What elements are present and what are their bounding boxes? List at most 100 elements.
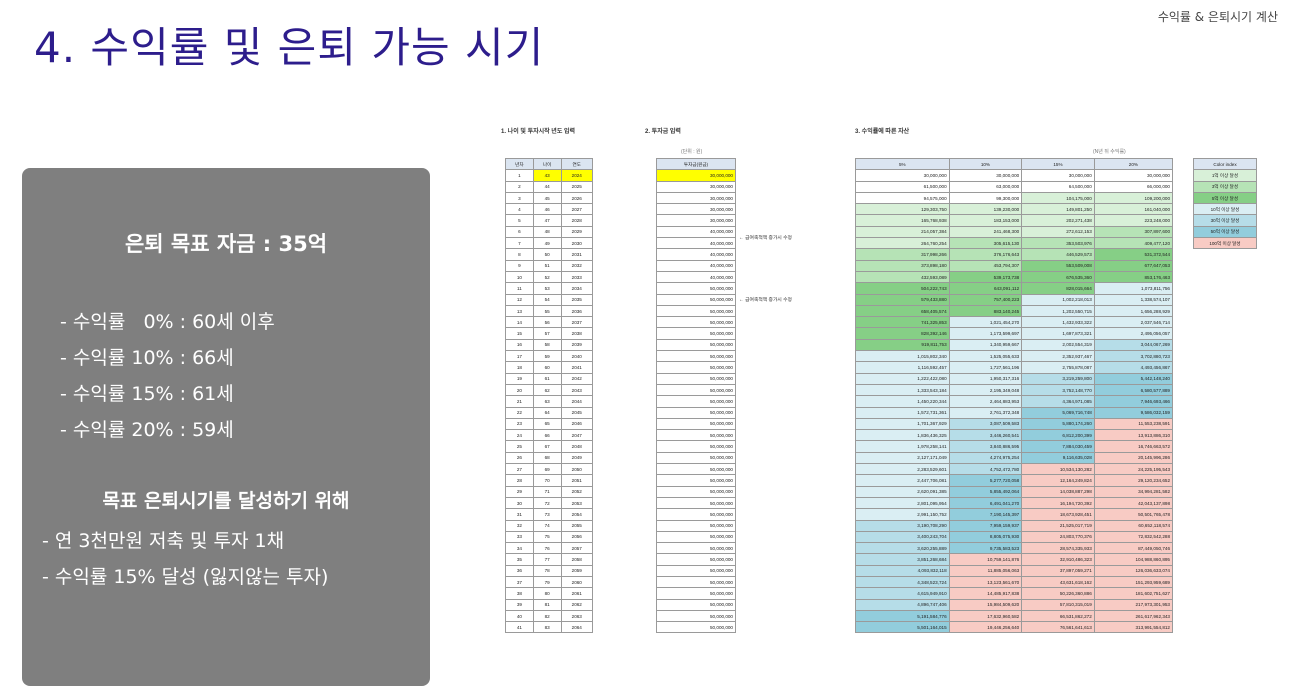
table-row: 50,000,000	[656, 395, 736, 408]
asset-15pct-cell: 9,116,635,028	[1021, 451, 1095, 465]
table-row: 828,392,146 1,173,599,697 1,697,873,321 2,4…	[855, 327, 1174, 340]
legend-row: 50억 이상 달성	[1193, 225, 1257, 239]
table-row: 9 51 2032	[505, 259, 594, 272]
asset-10pct-cell: 5,277,720,058	[948, 474, 1023, 487]
asset-5pct-cell: 61,500,000	[855, 180, 950, 193]
principal-cell: 30,000,000	[656, 191, 736, 205]
rate-line-0: - 수익률 0% : 60세 이후	[60, 311, 275, 333]
legend-entry: 50억 이상 달성	[1193, 225, 1257, 239]
table-row: 28 70 2051	[505, 474, 594, 487]
asset-20pct-cell: 3,702,880,723	[1093, 350, 1174, 363]
year-count-cell: 31	[505, 508, 534, 521]
asset-15pct-cell: 1,002,218,013	[1021, 293, 1095, 306]
table-row: 50,000,000	[656, 316, 736, 329]
table-row: 1,701,367,929 3,087,509,583 5,880,174,260 1…	[855, 417, 1174, 431]
principal-cell: 50,000,000	[656, 304, 736, 318]
table-row: 16 58 2039	[505, 338, 594, 352]
table-row: 18 60 2041	[505, 361, 594, 374]
asset-20pct-cell: 50,501,765,478	[1093, 508, 1174, 521]
table-row: 40,000,000	[656, 237, 736, 250]
principal-cell: 30,000,000	[656, 203, 736, 216]
principal-cell: 50,000,000	[656, 372, 736, 385]
legend-entry: 3억 이상 달성	[1193, 180, 1257, 193]
table-row: 658,405,574 883,140,245 1,202,550,715 1,656…	[855, 304, 1174, 318]
table-row: 50,000,000	[656, 553, 736, 566]
asset-5pct-cell: 1,116,592,457	[855, 361, 950, 374]
asset-5pct-cell: 658,405,574	[855, 304, 950, 318]
principal-cell: 50,000,000	[656, 485, 736, 498]
asset-15pct-cell: 57,810,315,019	[1021, 598, 1095, 611]
principal-cell: 50,000,000	[656, 508, 736, 521]
principal-cell: 40,000,000	[656, 237, 736, 250]
age-cell: 44	[532, 180, 562, 193]
table-row: 25 67 2048	[505, 440, 594, 453]
age-cell: 62	[532, 383, 562, 397]
year-count-cell: 14	[505, 316, 534, 329]
principal-cell: 50,000,000	[656, 587, 736, 600]
table-row: 4,896,747,406 15,984,509,620 57,810,315,01…	[855, 598, 1174, 611]
table-row: 15 57 2038	[505, 327, 594, 340]
asset-15pct-cell: 7,884,030,459	[1021, 440, 1095, 453]
year-cell: 2033	[560, 270, 594, 284]
legend-row: 30억 이상 달성	[1193, 214, 1257, 227]
age-cell: 58	[532, 338, 562, 352]
asset-20pct-cell: 66,000,000	[1093, 180, 1174, 193]
asset-15pct-cell: 10,534,130,282	[1021, 463, 1095, 476]
table-row: 50,000,000	[656, 406, 736, 419]
asset-20pct-cell: 24,225,195,543	[1093, 463, 1174, 476]
col-header-age: 나이	[532, 157, 562, 171]
table-row: 2,801,095,954 6,491,041,270 16,194,720,392…	[855, 496, 1174, 510]
asset-5pct-cell: 1,572,731,361	[855, 406, 950, 419]
legend-entry: 30억 이상 달성	[1193, 214, 1257, 227]
asset-20pct-cell: 126,036,633,074	[1093, 564, 1174, 577]
asset-5pct-cell: 504,222,743	[855, 282, 950, 295]
rate-note: (N년 뒤 수익률)	[1093, 149, 1126, 155]
asset-5pct-cell: 264,760,254	[855, 237, 950, 250]
principal-cell: 50,000,000	[656, 451, 736, 465]
age-cell: 59	[532, 350, 562, 363]
asset-15pct-cell: 28,574,335,933	[1021, 542, 1095, 555]
col-header-10pct: 10%	[948, 157, 1023, 171]
table-row: 1,572,731,361 2,761,372,348 5,069,716,748 9…	[855, 406, 1174, 419]
table-row: 4 46 2027	[505, 203, 594, 216]
asset-5pct-cell: 4,615,949,910	[855, 587, 950, 600]
asset-10pct-cell: 643,091,112	[948, 282, 1023, 295]
age-cell: 82	[532, 609, 562, 623]
asset-15pct-cell: 4,364,971,085	[1021, 395, 1095, 408]
asset-5pct-cell: 1,450,220,344	[855, 395, 950, 408]
asset-20pct-cell: 13,913,886,310	[1093, 429, 1174, 442]
asset-10pct-cell: 9,735,583,523	[948, 542, 1023, 555]
asset-10pct-cell: 4,274,975,254	[948, 451, 1023, 465]
principal-cell: 50,000,000	[656, 440, 736, 453]
table-row: 30,000,000	[656, 214, 736, 227]
table-row: 504,222,743 643,091,112 828,015,664 1,073,8…	[855, 282, 1174, 295]
asset-5pct-cell: 3,620,255,889	[855, 542, 950, 555]
asset-15pct-cell: 5,880,174,260	[1021, 417, 1095, 431]
year-count-cell: 24	[505, 429, 534, 442]
year-count-cell: 28	[505, 474, 534, 487]
table-row: 33 75 2056	[505, 530, 594, 544]
table-row: 50,000,000	[656, 383, 736, 397]
asset-10pct-cell: 241,468,300	[948, 225, 1023, 239]
asset-5pct-cell: 432,593,089	[855, 270, 950, 284]
year-cell: 2037	[560, 316, 594, 329]
asset-20pct-cell: 1,073,811,756	[1093, 282, 1174, 295]
table-row: 13 55 2036	[505, 304, 594, 318]
table-row: 38 80 2061	[505, 587, 594, 600]
asset-20pct-cell: 34,994,281,582	[1093, 485, 1174, 498]
year-cell: 2028	[560, 214, 594, 227]
age-cell: 76	[532, 542, 562, 555]
table-row: 50,000,000	[656, 350, 736, 363]
table-row: 22 64 2045	[505, 406, 594, 419]
principal-cell: 30,000,000	[656, 169, 736, 182]
asset-5pct-cell: 1,978,258,141	[855, 440, 950, 453]
year-count-cell: 1	[505, 169, 534, 182]
table-row: 30 72 2053	[505, 496, 594, 510]
table-row: 30,000,000	[656, 191, 736, 205]
table-row: 5,191,584,776 17,632,960,582 66,531,862,27…	[855, 609, 1174, 623]
table-row: 919,811,753 1,340,959,667 2,002,554,319 3,0…	[855, 338, 1174, 352]
asset-20pct-cell: 109,200,000	[1093, 191, 1174, 205]
table-row: 50,000,000	[656, 429, 736, 442]
table-row: 3,190,708,290 7,959,159,937 21,525,017,719…	[855, 519, 1174, 532]
table-row: 39 81 2062	[505, 598, 594, 611]
